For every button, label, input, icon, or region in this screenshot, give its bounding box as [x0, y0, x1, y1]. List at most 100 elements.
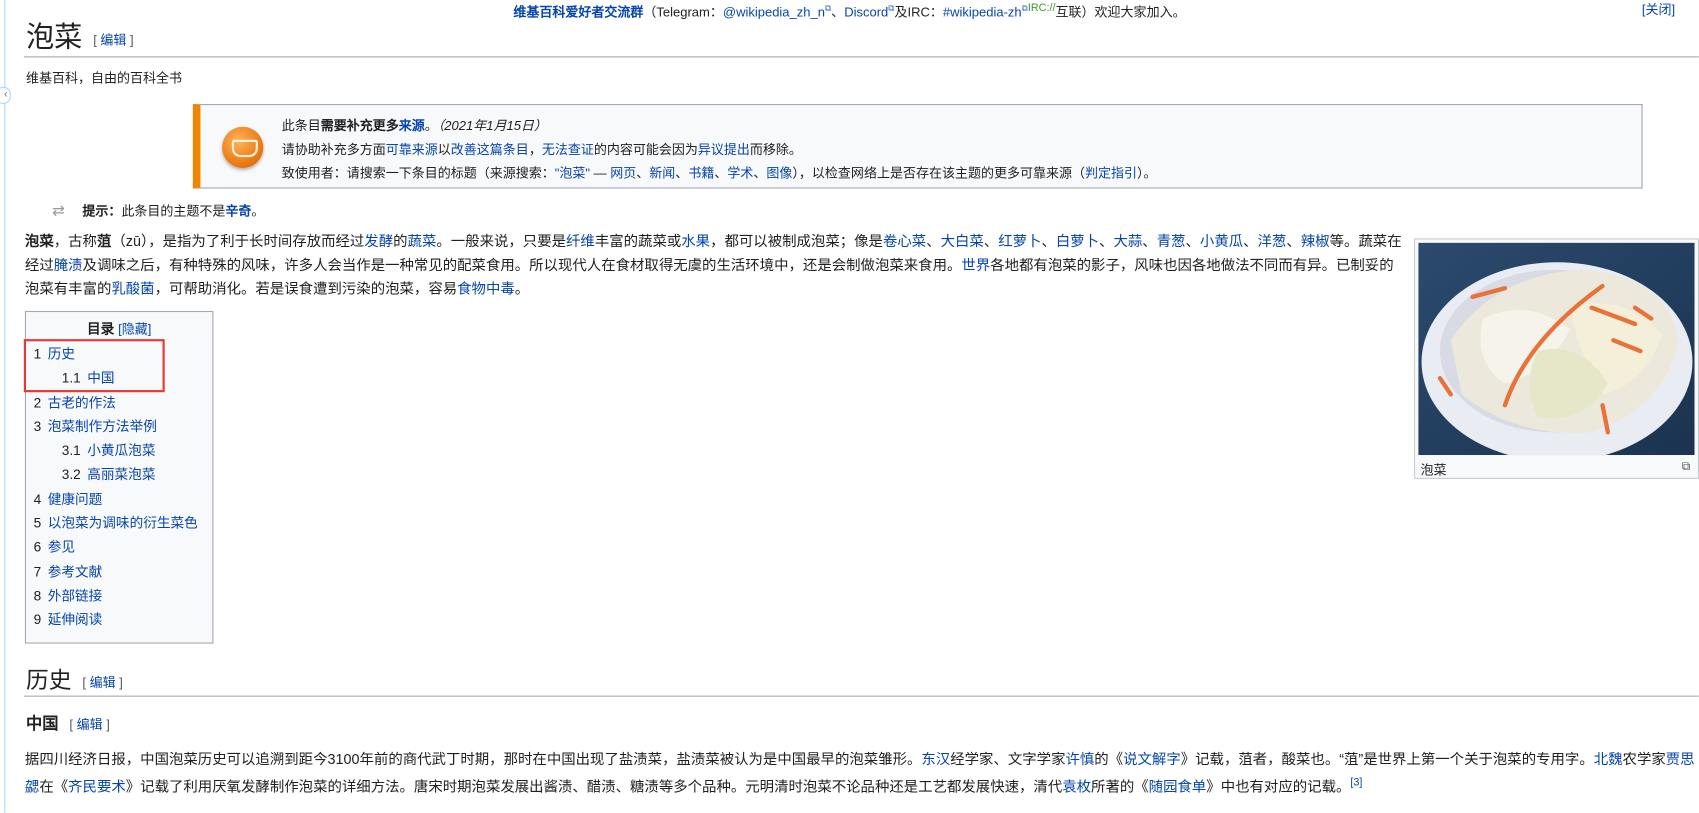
text-span: 泡菜	[24, 232, 54, 250]
toc-number: 3.1	[61, 443, 81, 459]
toc-item[interactable]: 9 延伸阅读	[34, 608, 205, 632]
toc-link[interactable]: 健康问题	[48, 492, 103, 507]
text-link[interactable]: 辛奇	[225, 204, 251, 219]
text-link[interactable]: 腌渍	[54, 257, 83, 273]
toc-item[interactable]: 5 以泡菜为调味的衍生菜色	[34, 511, 205, 535]
toc-link[interactable]: 参见	[48, 540, 75, 555]
toc-link[interactable]: 小黄瓜泡菜	[87, 443, 155, 458]
toc-item[interactable]: 2 古老的作法	[34, 391, 205, 415]
text-link[interactable]: 红萝卜	[998, 233, 1041, 249]
intro-paragraph: 泡菜，古称菹（zū），是指为了利于长时间存放而经过发酵的蔬菜。一般来说，只要是纤…	[25, 230, 1403, 302]
text-span: ），以检查网络上是否存在该主题的更多可靠来源（	[792, 165, 1085, 181]
text-link[interactable]: 说文解字	[1123, 751, 1181, 767]
toc-item[interactable]: 3.1 小黄瓜泡菜	[34, 439, 205, 463]
text-span: 提示：	[82, 203, 122, 219]
text-link[interactable]: 齐民要术	[68, 778, 126, 794]
text-link[interactable]: 改善这篇条目	[451, 142, 529, 157]
toc-link[interactable]: 外部链接	[48, 588, 103, 603]
text-link[interactable]: 大蒜	[1113, 233, 1142, 249]
text-link[interactable]: 东汉	[921, 751, 950, 767]
text-span: 、	[1041, 232, 1056, 250]
edit-link[interactable]: 编辑	[90, 675, 116, 690]
text-span: （zū），是指为了利于长时间存放而经过	[111, 232, 365, 250]
toc-number: 8	[33, 588, 42, 604]
text-link[interactable]: 青葱	[1157, 233, 1186, 249]
text-link[interactable]: 来源	[399, 118, 425, 133]
text-link[interactable]: 发酵	[364, 233, 393, 249]
magnify-icon[interactable]: ⧉	[1682, 460, 1691, 474]
text-link[interactable]: 维基百科爱好者交流群	[513, 4, 643, 19]
text-link[interactable]: 白萝卜	[1056, 233, 1099, 249]
text-link[interactable]: "泡菜"	[555, 166, 590, 181]
text-span: ，	[528, 141, 542, 158]
text-link[interactable]: 可靠来源	[386, 142, 438, 157]
toc-item[interactable]: 3.2 高丽菜泡菜	[34, 463, 205, 487]
toc-link[interactable]: 高丽菜泡菜	[87, 468, 155, 483]
toc-item[interactable]: 7 参考文献	[34, 560, 205, 584]
toc-number: 5	[33, 515, 42, 531]
toc-item[interactable]: 6 参见	[34, 536, 205, 560]
text-link[interactable]: 洋葱	[1258, 233, 1287, 249]
text-span: 请协助补充多方面	[281, 141, 386, 158]
text-link[interactable]: 无法查证	[542, 142, 594, 157]
edit-link[interactable]: 编辑	[100, 33, 126, 48]
text-span: 、	[753, 165, 767, 181]
toc-item[interactable]: 8 外部链接	[34, 584, 205, 608]
toc-link[interactable]: 以泡菜为调味的衍生菜色	[48, 516, 198, 531]
edit-section: [ 编辑 ]	[82, 675, 123, 691]
page-title-text: 泡菜	[26, 21, 83, 54]
text-link[interactable]: 随园食单	[1149, 778, 1207, 794]
text-link[interactable]: 袁枚	[1062, 778, 1091, 794]
paocai-photo[interactable]	[1418, 242, 1695, 456]
text-link[interactable]: @wikipedia_zh_n	[723, 4, 825, 19]
toc-number: 6	[33, 539, 42, 556]
text-link[interactable]: #wikipedia-zh	[943, 4, 1022, 19]
ambox-line: 请协助补充多方面可靠来源以改善这篇条目，无法查证的内容可能会因为异议提出而移除。	[282, 138, 1157, 162]
ambox-line: 致使用者：请搜索一下条目的标题（来源搜索："泡菜" — 网页、新闻、书籍、学术、…	[282, 161, 1157, 185]
text-span: 据四川经济日报，中国泡菜历史可以追溯到距今3100年前的商代武丁时期，那时在中国…	[24, 750, 922, 768]
toc-link[interactable]: 延伸阅读	[48, 612, 103, 627]
text-link[interactable]: 小黄瓜	[1200, 233, 1243, 249]
hatnote: ⇄ 提示：此条目的主题不是辛奇。	[52, 200, 264, 221]
text-link[interactable]: 乳酸菌	[111, 281, 154, 297]
text-span: 。	[514, 280, 530, 297]
text-span: 》记载，菹者，酸菜也。“菹”是世界上第一个关于泡菜的专用字。	[1180, 750, 1594, 768]
text-link[interactable]: 纤维	[566, 233, 595, 249]
text-link[interactable]: 世界	[961, 257, 990, 273]
toc-hide-toggle[interactable]: [隐藏]	[118, 322, 151, 337]
section-heading-history: 历史 [ 编辑 ]	[26, 665, 123, 698]
text-link[interactable]: 许慎	[1065, 751, 1094, 767]
text-link[interactable]: 大白菜	[941, 233, 984, 249]
text-link[interactable]: 蔬菜	[408, 233, 437, 249]
title-divider	[23, 56, 1699, 58]
toc-number: 3.2	[61, 467, 81, 483]
text-link[interactable]: 书籍	[688, 166, 714, 181]
toc-item[interactable]: 3 泡菜制作方法举例	[34, 415, 205, 439]
sidebar-collapse-button[interactable]: ‹	[0, 86, 11, 105]
close-notice-link[interactable]: [关闭]	[1642, 0, 1675, 18]
text-link[interactable]: 北魏	[1594, 751, 1623, 767]
toc-link[interactable]: 古老的作法	[48, 395, 116, 410]
history-paragraph: 据四川经济日报，中国泡菜历史可以追溯到距今3100年前的商代武丁时期，那时在中国…	[25, 748, 1699, 799]
text-link[interactable]: 图像	[766, 166, 792, 181]
section-heading-china: 中国 [ 编辑 ]	[26, 712, 110, 738]
text-link[interactable]: 学术	[727, 166, 753, 181]
text-span: （Telegram：	[643, 4, 723, 20]
text-link[interactable]: Discord	[844, 4, 888, 19]
toc-link[interactable]: 泡菜制作方法举例	[48, 419, 157, 434]
text-link[interactable]: 辣椒	[1301, 233, 1330, 249]
text-span: 而移除。	[749, 141, 802, 158]
text-link[interactable]: 水果	[681, 233, 710, 249]
toc-item[interactable]: 4 健康问题	[34, 487, 205, 511]
text-span: 的《	[1094, 750, 1124, 768]
text-link[interactable]: 新闻	[649, 166, 675, 181]
text-span: 经学家、文字学家	[950, 750, 1066, 768]
toc-link[interactable]: 参考文献	[48, 564, 103, 579]
text-link[interactable]: 网页	[610, 166, 636, 181]
text-link[interactable]: 卷心菜	[883, 233, 926, 249]
edit-link[interactable]: 编辑	[77, 717, 103, 732]
text-link[interactable]: 异议提出	[698, 142, 750, 157]
text-link[interactable]: 食物中毒	[457, 281, 515, 297]
text-link[interactable]: 判定指引	[1085, 166, 1137, 181]
text-link[interactable]: [3]	[1350, 777, 1362, 789]
